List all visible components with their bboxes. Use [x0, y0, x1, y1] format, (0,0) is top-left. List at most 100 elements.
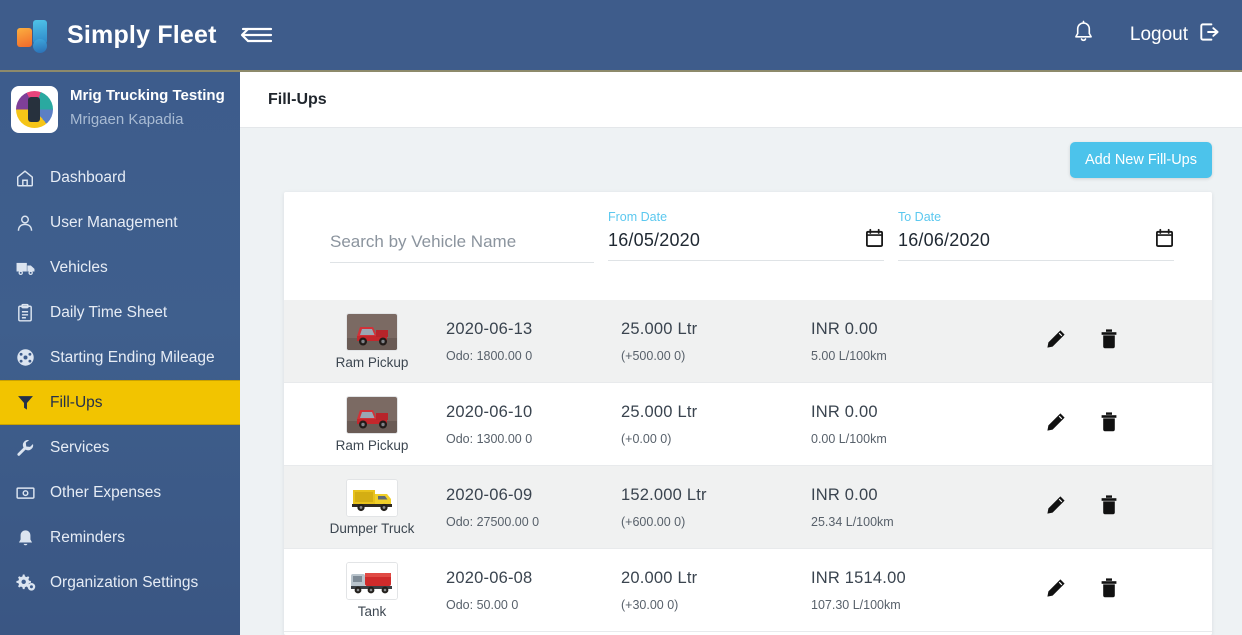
app-root: Simply Fleet Logout Mrig Trucking Testin… — [0, 0, 1242, 635]
fuel-efficiency: 5.00 L/100km — [811, 348, 887, 363]
fuel-quantity: 25.000 Ltr — [621, 319, 698, 338]
page-header: Fill-Ups — [240, 72, 1242, 128]
fuel-delta: (+0.00 0) — [621, 431, 672, 446]
wrench-icon — [14, 437, 36, 459]
search-input[interactable] — [330, 228, 594, 263]
sidebar-item-label: Dashboard — [50, 168, 126, 186]
delete-icon[interactable] — [1099, 328, 1119, 355]
sidebar-item-dashboard[interactable]: Dashboard — [0, 155, 240, 200]
fill-ups-card: From Date 16/05/2020 — [284, 192, 1212, 635]
sidebar-nav: Dashboard User Management Vehicles Daily… — [0, 155, 240, 605]
sidebar-item-organization-settings[interactable]: Organization Settings — [0, 560, 240, 605]
fillup-date: 2020-06-09 — [446, 485, 533, 504]
date-cell: 2020-06-10 Odo: 1300.00 0 — [446, 403, 621, 446]
red-pickup-thumbnail-icon — [346, 312, 398, 351]
speedometer-icon — [14, 347, 36, 369]
simply-fleet-logo-icon — [16, 16, 54, 54]
calendar-icon[interactable] — [865, 228, 884, 253]
logout-button[interactable]: Logout — [1130, 22, 1220, 48]
sidebar-item-daily-time-sheet[interactable]: Daily Time Sheet — [0, 290, 240, 335]
calendar-icon[interactable] — [1155, 228, 1174, 253]
fuel-delta: (+600.00 0) — [621, 514, 686, 529]
from-date-field-wrap: From Date 16/05/2020 — [594, 210, 884, 261]
fillup-cost: INR 0.00 — [811, 485, 878, 504]
money-icon — [14, 482, 36, 504]
vehicle-cell: Ram Pickup — [298, 395, 446, 453]
date-cell: 2020-06-13 Odo: 1800.00 0 — [446, 320, 621, 363]
vehicle-cell: Dumper Truck — [298, 478, 446, 536]
odometer: Odo: 50.00 0 — [446, 597, 519, 612]
fuel-cell: 152.000 Ltr (+600.00 0) — [621, 486, 811, 529]
organization-name: Mrig Trucking Testing — [70, 87, 225, 104]
home-icon — [14, 167, 36, 189]
sidebar-item-fill-ups[interactable]: Fill-Ups — [0, 380, 240, 425]
red-pickup-thumbnail-icon — [346, 395, 398, 434]
fillup-date: 2020-06-13 — [446, 319, 533, 338]
table-row[interactable]: Ram Pickup 2020-06-10 Odo: 1300.00 0 25.… — [284, 383, 1212, 466]
cost-cell: INR 1514.00 107.30 L/100km — [811, 569, 1021, 612]
fuel-cell: 25.000 Ltr (+0.00 0) — [621, 403, 811, 446]
sidebar-item-services[interactable]: Services — [0, 425, 240, 470]
date-cell: 2020-06-08 Odo: 50.00 0 — [446, 569, 621, 612]
to-date-value: 16/06/2020 — [898, 230, 991, 250]
edit-icon[interactable] — [1045, 328, 1067, 355]
add-new-fill-ups-button[interactable]: Add New Fill-Ups — [1070, 142, 1212, 178]
table-row[interactable]: Ram Pickup 2020-06-13 Odo: 1800.00 0 25.… — [284, 300, 1212, 383]
fillup-cost: INR 0.00 — [811, 402, 878, 421]
odometer: Odo: 1800.00 0 — [446, 348, 533, 363]
fuel-efficiency: 25.34 L/100km — [811, 514, 894, 529]
edit-icon[interactable] — [1045, 411, 1067, 438]
top-bar: Simply Fleet Logout — [0, 0, 1242, 70]
from-date-field[interactable]: 16/05/2020 — [608, 228, 884, 261]
to-date-field[interactable]: 16/06/2020 — [898, 228, 1174, 261]
sidebar-item-reminders[interactable]: Reminders — [0, 515, 240, 560]
page-content: Add New Fill-Ups From Date 16/05/2020 — [240, 128, 1242, 635]
sidebar-item-starting-ending-mileage[interactable]: Starting Ending Mileage — [0, 335, 240, 380]
to-date-label: To Date — [898, 210, 942, 224]
sidebar-item-label: User Management — [50, 213, 178, 231]
gears-icon — [14, 572, 36, 594]
date-cell: 2020-06-09 Odo: 27500.00 0 — [446, 486, 621, 529]
sidebar-item-user-management[interactable]: User Management — [0, 200, 240, 245]
red-tanker-thumbnail-icon — [346, 561, 398, 600]
logout-icon — [1199, 22, 1220, 48]
odometer: Odo: 1300.00 0 — [446, 431, 533, 446]
table-row[interactable]: Dumper Truck 2020-06-09 Odo: 27500.00 0 … — [284, 466, 1212, 549]
fill-ups-table: Ram Pickup 2020-06-13 Odo: 1800.00 0 25.… — [284, 300, 1212, 635]
table-row[interactable]: Tank 2020-06-08 Odo: 50.00 0 20.000 Ltr … — [284, 549, 1212, 632]
sidebar-item-label: Daily Time Sheet — [50, 303, 168, 321]
vehicle-name: Ram Pickup — [335, 437, 409, 453]
funnel-icon — [14, 392, 36, 414]
actions-cell — [1021, 577, 1212, 604]
fuel-delta: (+30.00 0) — [621, 597, 679, 612]
notifications-bell-icon[interactable] — [1071, 20, 1096, 51]
fuel-efficiency: 107.30 L/100km — [811, 597, 901, 612]
organization-block[interactable]: Mrig Trucking Testing Mrigaen Kapadia — [0, 72, 240, 149]
delete-icon[interactable] — [1099, 411, 1119, 438]
action-row: Add New Fill-Ups — [284, 142, 1212, 178]
brand: Simply Fleet — [16, 16, 217, 54]
cost-cell: INR 0.00 0.00 L/100km — [811, 403, 1021, 446]
sidebar-toggle-icon[interactable] — [239, 24, 273, 46]
user-icon — [14, 212, 36, 234]
organization-avatar — [11, 86, 58, 133]
sidebar-item-vehicles[interactable]: Vehicles — [0, 245, 240, 290]
page-title: Fill-Ups — [268, 90, 327, 108]
sidebar-item-label: Services — [50, 438, 110, 456]
vehicle-cell: Tank — [298, 561, 446, 619]
bell-icon — [14, 527, 36, 549]
delete-icon[interactable] — [1099, 577, 1119, 604]
fillup-date: 2020-06-08 — [446, 568, 533, 587]
from-date-value: 16/05/2020 — [608, 230, 701, 250]
fuel-cell: 25.000 Ltr (+500.00 0) — [621, 320, 811, 363]
edit-icon[interactable] — [1045, 494, 1067, 521]
fuel-delta: (+500.00 0) — [621, 348, 686, 363]
delete-icon[interactable] — [1099, 494, 1119, 521]
fuel-cell: 20.000 Ltr (+30.00 0) — [621, 569, 811, 612]
edit-icon[interactable] — [1045, 577, 1067, 604]
actions-cell — [1021, 411, 1212, 438]
vehicle-name: Tank — [357, 603, 387, 619]
sidebar-item-other-expenses[interactable]: Other Expenses — [0, 470, 240, 515]
vehicle-name: Dumper Truck — [329, 520, 415, 536]
logout-label: Logout — [1129, 24, 1188, 45]
